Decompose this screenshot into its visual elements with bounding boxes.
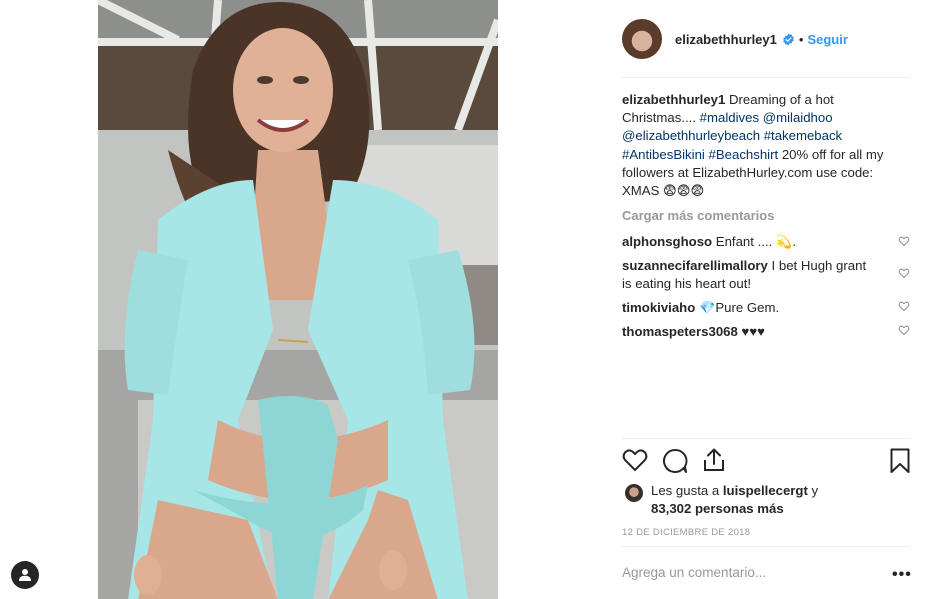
post-side-panel: elizabethhurley1 • Seguir elizabethhurle… bbox=[622, 0, 912, 599]
separator-dot: • bbox=[798, 31, 804, 47]
follow-button[interactable]: Seguir bbox=[807, 32, 847, 47]
post-date[interactable]: 12 DE DICIEMBRE DE 2018 bbox=[622, 527, 750, 538]
add-comment-input[interactable]: Agrega un comentario... bbox=[622, 565, 766, 580]
share-icon[interactable] bbox=[703, 448, 725, 472]
likes-summary: Les gusta a luispellecergt y 83,302 pers… bbox=[622, 482, 910, 518]
hashtag-takemeback[interactable]: #takemeback bbox=[764, 128, 842, 143]
more-options-button[interactable]: ••• bbox=[892, 566, 912, 584]
likes-user[interactable]: luispellecergt bbox=[723, 483, 808, 498]
comment-username[interactable]: suzannecifarellimallory bbox=[622, 258, 768, 273]
post-caption: elizabethhurley1 Dreaming of a hot Chris… bbox=[622, 91, 907, 200]
mention-elizabethhurleybeach[interactable]: @elizabethhurleybeach bbox=[622, 128, 760, 143]
comment-item: timokiviaho 💎Pure Gem. bbox=[622, 299, 892, 317]
likes-prefix: Les gusta a bbox=[651, 483, 723, 498]
heart-icon[interactable] bbox=[898, 235, 910, 247]
caption-text-line6: XMAS 😨😨😨 bbox=[622, 183, 705, 199]
comment-text: Enfant .... 💫. bbox=[715, 234, 796, 249]
comment-username[interactable]: timokiviaho bbox=[622, 300, 695, 315]
hashtag-antibesbikini[interactable]: #AntibesBikini bbox=[622, 147, 705, 162]
liker-avatar[interactable] bbox=[625, 484, 643, 502]
comment-item: thomaspeters3068 ♥♥♥ bbox=[622, 323, 892, 341]
likes-count[interactable]: 83,302 personas más bbox=[651, 501, 784, 516]
header-username[interactable]: elizabethhurley1 bbox=[675, 32, 777, 47]
hashtag-maldives[interactable]: #maldives bbox=[700, 110, 759, 125]
header-divider bbox=[622, 77, 910, 78]
comment-item: suzannecifarellimallory I bet Hugh grant… bbox=[622, 257, 892, 293]
post-header: elizabethhurley1 • Seguir bbox=[622, 18, 910, 60]
caption-text-line5: followers at ElizabethHurley.com use cod… bbox=[622, 164, 874, 180]
woman-photo-illustration bbox=[98, 0, 498, 599]
heart-icon[interactable] bbox=[898, 324, 910, 336]
post-photo[interactable] bbox=[98, 0, 498, 599]
hashtag-beachshirt[interactable]: #Beachshirt bbox=[709, 147, 779, 162]
load-more-comments[interactable]: Cargar más comentarios bbox=[622, 208, 774, 223]
heart-icon[interactable] bbox=[898, 267, 910, 279]
comment-username[interactable]: thomaspeters3068 bbox=[622, 324, 738, 339]
comment-text: 💎Pure Gem. bbox=[698, 300, 780, 315]
comment-text: I bet Hugh grant bbox=[771, 258, 867, 273]
heart-icon[interactable] bbox=[898, 300, 910, 312]
comment-username[interactable]: alphonsghoso bbox=[622, 234, 712, 249]
mention-milaidhoo[interactable]: @milaidhoo bbox=[763, 110, 833, 125]
caption-username[interactable]: elizabethhurley1 bbox=[622, 92, 725, 107]
comment-text-cont: is eating his heart out! bbox=[622, 276, 752, 291]
user-icon bbox=[19, 569, 31, 581]
caption-text-line2: Christmas.... bbox=[622, 110, 700, 126]
comment-icon[interactable] bbox=[662, 448, 688, 474]
verified-badge-icon bbox=[783, 33, 794, 45]
comment-item: alphonsghoso Enfant .... 💫. bbox=[622, 233, 892, 251]
profile-avatar[interactable] bbox=[622, 19, 662, 59]
bookmark-icon[interactable] bbox=[890, 448, 910, 474]
caption-text-line1: Dreaming of a hot bbox=[729, 92, 834, 107]
comment-box-divider bbox=[622, 546, 910, 547]
likes-suffix: y bbox=[807, 483, 819, 498]
actions-divider bbox=[622, 438, 910, 439]
like-heart-icon[interactable] bbox=[622, 448, 648, 472]
post-actions bbox=[622, 448, 910, 474]
account-button[interactable] bbox=[11, 561, 39, 589]
comment-text: ♥♥♥ bbox=[741, 324, 766, 339]
caption-text-line4: 20% off for all my bbox=[778, 146, 884, 162]
